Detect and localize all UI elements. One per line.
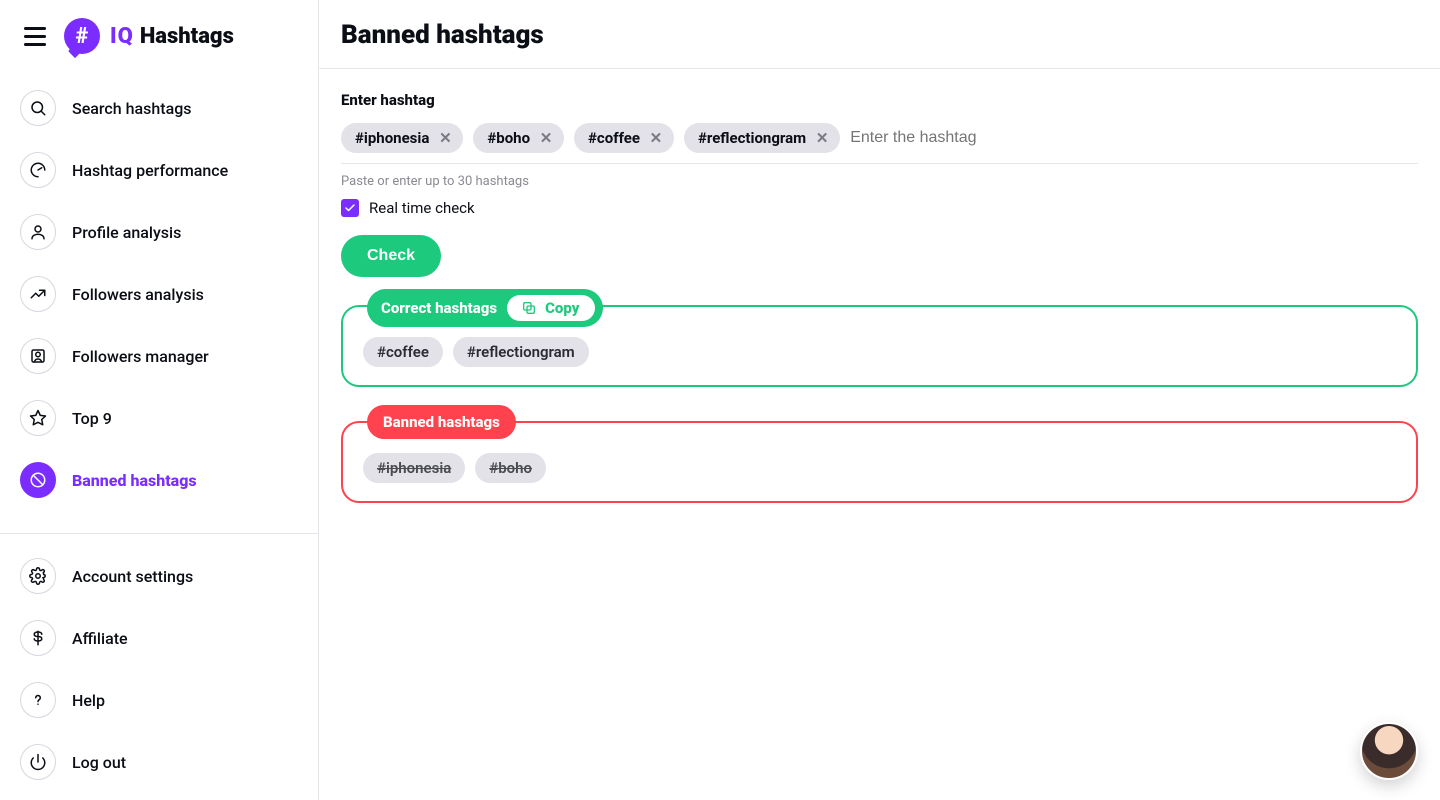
chip-text: #iphonesia [355,129,429,147]
chip-text: #boho [487,129,530,147]
sidebar-item-account-settings[interactable]: Account settings [12,552,306,600]
sidebar-item-label: Hashtag performance [72,161,228,180]
hashtag-chip[interactable]: #boho ✕ [473,123,564,153]
realtime-label: Real time check [369,199,475,217]
sidebar-item-label: Banned hashtags [72,471,197,490]
star-icon [20,400,56,436]
banned-tag[interactable]: #boho [475,453,546,483]
sidebar-item-label: Search hashtags [72,99,192,118]
sidebar-item-help[interactable]: Help [12,676,306,724]
banned-hashtags-panel: Banned hashtags #iphonesia #boho [341,421,1418,503]
check-button[interactable]: Check [341,235,441,277]
banned-hashtags-title: Banned hashtags [383,413,500,431]
correct-hashtags-header: Correct hashtags Copy [367,289,603,327]
sidebar-item-search-hashtags[interactable]: Search hashtags [12,84,306,132]
hashtag-chip[interactable]: #reflectiongram ✕ [684,123,840,153]
sidebar-item-label: Top 9 [72,409,112,428]
ban-icon [20,462,56,498]
correct-tag[interactable]: #coffee [363,337,443,367]
hashtag-input-row[interactable]: #iphonesia ✕ #boho ✕ #coffee ✕ #reflecti… [341,119,1418,164]
hashtag-chip[interactable]: #coffee ✕ [574,123,674,153]
page-title: Banned hashtags [319,0,1440,69]
sidebar: # IQ Hashtags Search hashtags Hashtag pe… [0,0,319,800]
copy-icon [521,300,537,316]
sidebar-item-label: Account settings [72,567,193,586]
dollar-icon [20,620,56,656]
sidebar-item-banned-hashtags[interactable]: Banned hashtags [12,456,306,504]
copy-button[interactable]: Copy [507,295,595,321]
input-label: Enter hashtag [341,91,1418,109]
main-nav: Search hashtags Hashtag performance Prof… [0,84,318,504]
sidebar-item-label: Followers manager [72,347,209,366]
brand-iq: IQ [110,24,134,49]
search-icon [20,90,56,126]
copy-label: Copy [545,299,579,317]
realtime-checkbox[interactable] [341,199,359,217]
sidebar-item-label: Followers analysis [72,285,204,304]
followers-manager-icon [20,338,56,374]
sidebar-item-label: Affiliate [72,629,128,648]
sidebar-item-label: Log out [72,753,126,772]
banned-tag[interactable]: #iphonesia [363,453,465,483]
remove-chip-icon[interactable]: ✕ [648,130,664,146]
sidebar-divider [0,522,318,534]
input-hint: Paste or enter up to 30 hashtags [341,174,1418,189]
remove-chip-icon[interactable]: ✕ [538,130,554,146]
correct-hashtags-title: Correct hashtags [381,299,497,317]
sidebar-item-label: Profile analysis [72,223,181,242]
sidebar-item-affiliate[interactable]: Affiliate [12,614,306,662]
sidebar-item-hashtag-performance[interactable]: Hashtag performance [12,146,306,194]
hashtag-chip[interactable]: #iphonesia ✕ [341,123,463,153]
remove-chip-icon[interactable]: ✕ [814,130,830,146]
sidebar-item-log-out[interactable]: Log out [12,738,306,786]
brand-badge-icon: # [64,18,100,54]
gear-icon [20,558,56,594]
power-icon [20,744,56,780]
help-icon [20,682,56,718]
menu-toggle-button[interactable] [20,23,50,50]
correct-hashtags-panel: Correct hashtags Copy #coffee #reflectio… [341,305,1418,387]
correct-tag[interactable]: #reflectiongram [453,337,589,367]
sidebar-item-profile-analysis[interactable]: Profile analysis [12,208,306,256]
realtime-row[interactable]: Real time check [341,199,475,217]
gauge-icon [20,152,56,188]
brand[interactable]: # IQ Hashtags [64,18,234,54]
support-chat-button[interactable] [1360,722,1418,780]
main: Banned hashtags Enter hashtag #iphonesia… [319,0,1440,800]
secondary-nav: Account settings Affiliate Help Log out [0,552,318,786]
sidebar-item-followers-analysis[interactable]: Followers analysis [12,270,306,318]
chart-up-icon [20,276,56,312]
brand-hashtags: Hashtags [140,24,234,49]
sidebar-item-label: Help [72,691,105,710]
sidebar-item-followers-manager[interactable]: Followers manager [12,332,306,380]
hashtag-input[interactable] [850,129,1090,147]
chip-text: #reflectiongram [698,129,806,147]
sidebar-item-top-9[interactable]: Top 9 [12,394,306,442]
banned-hashtags-header: Banned hashtags [367,405,516,439]
remove-chip-icon[interactable]: ✕ [437,130,453,146]
profile-icon [20,214,56,250]
chip-text: #coffee [588,129,640,147]
